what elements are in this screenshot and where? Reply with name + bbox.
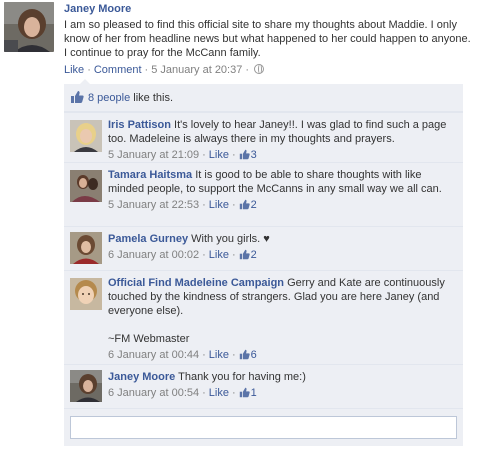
thumbs-up-icon	[239, 249, 250, 264]
comment-like-count[interactable]: 1	[239, 387, 257, 399]
like-count-value: 1	[250, 387, 257, 399]
comment-like-count[interactable]: 6	[239, 349, 257, 361]
comment-timestamp[interactable]: 6 January at 00:44	[108, 349, 199, 361]
separator: ·	[144, 64, 149, 76]
separator: ·	[202, 249, 206, 261]
comment-signature: ~FM Webmaster	[108, 333, 190, 345]
comment-like-link[interactable]: Like	[209, 199, 229, 211]
like-count-value: 3	[250, 149, 257, 161]
separator: ·	[231, 249, 236, 261]
like-count-value: 2	[250, 199, 257, 211]
separator: ·	[202, 199, 206, 211]
like-count-value: 6	[250, 349, 257, 361]
comment: Iris Pattison It's lovely to hear Janey!…	[64, 112, 463, 162]
comment-author[interactable]: Official Find Madeleine Campaign	[108, 277, 284, 289]
comment-like-link[interactable]: Like	[209, 249, 229, 261]
comment-like-link[interactable]: Like	[209, 149, 229, 161]
comment-author[interactable]: Iris Pattison	[108, 119, 171, 131]
comment-like-count[interactable]: 3	[239, 149, 257, 161]
comment: Tamara Haitsma It is good to be able to …	[64, 162, 463, 226]
comment-author[interactable]: Pamela Gurney	[108, 233, 188, 245]
comment: Pamela Gurney With you girls. ♥ 6 Januar…	[64, 226, 463, 270]
comment-timestamp[interactable]: 6 January at 00:02	[108, 249, 199, 261]
comment-body: Pamela Gurney With you girls. ♥ 6 Januar…	[108, 227, 463, 269]
comment-author[interactable]: Tamara Haitsma	[108, 169, 192, 181]
comment: Official Find Madeleine Campaign Gerry a…	[64, 270, 463, 364]
comment-text: Thank you for having me:)	[178, 371, 306, 383]
comment-like-link[interactable]: Like	[209, 349, 229, 361]
comment-author[interactable]: Janey Moore	[108, 371, 175, 383]
comment-meta: 5 January at 22:53 · Like · 2	[108, 198, 455, 214]
thumbs-up-icon	[239, 199, 250, 214]
thumbs-up-icon	[239, 349, 250, 364]
comment-timestamp[interactable]: 6 January at 00:54	[108, 387, 199, 399]
separator: ·	[231, 349, 236, 361]
separator: ·	[231, 149, 236, 161]
like-count-value: 2	[250, 249, 257, 261]
likers-link[interactable]: 8 people	[88, 92, 130, 104]
separator: ·	[245, 64, 250, 76]
comment-meta: 6 January at 00:02 · Like · 2	[108, 248, 455, 264]
reply-input[interactable]	[70, 416, 457, 439]
comment-body: Iris Pattison It's lovely to hear Janey!…	[108, 113, 463, 169]
thumbs-up-icon	[70, 90, 84, 109]
avatar[interactable]	[70, 120, 102, 152]
separator: ·	[202, 149, 206, 161]
separator: ·	[231, 387, 236, 399]
likes-summary: 8 people like this.	[64, 84, 463, 112]
like-link[interactable]: Like	[64, 64, 84, 76]
separator: ·	[231, 199, 236, 211]
comment-timestamp[interactable]: 5 January at 21:09	[108, 149, 199, 161]
caret	[80, 79, 90, 84]
comment-meta: 6 January at 00:44 · Like · 6	[108, 348, 455, 364]
post-author[interactable]: Janey Moore	[64, 2, 474, 16]
comments-panel: 8 people like this. Iris Pattison It's l…	[64, 79, 463, 446]
comment-link[interactable]: Comment	[94, 64, 142, 76]
avatar[interactable]	[4, 2, 54, 52]
separator: ·	[202, 387, 206, 399]
likes-suffix: like this.	[130, 92, 174, 104]
comment-like-count[interactable]: 2	[239, 249, 257, 261]
comment-meta: 6 January at 00:54 · Like · 1	[108, 386, 455, 402]
thumbs-up-icon	[239, 387, 250, 402]
comment-text: With you girls. ♥	[191, 233, 270, 245]
separator: ·	[202, 349, 206, 361]
avatar[interactable]	[70, 370, 102, 402]
comment-like-count[interactable]: 2	[239, 199, 257, 211]
reply-box	[64, 408, 463, 446]
post-text: I am so pleased to find this official si…	[64, 19, 471, 59]
avatar[interactable]	[70, 232, 102, 264]
comment-body: Janey Moore Thank you for having me:) 6 …	[108, 365, 463, 407]
post-body: Janey Moore I am so pleased to find this…	[64, 2, 474, 77]
separator: ·	[87, 64, 91, 76]
avatar[interactable]	[70, 170, 102, 202]
post-timestamp[interactable]: 5 January at 20:37	[151, 64, 242, 76]
post-actions: Like · Comment · 5 January at 20:37 ·	[64, 63, 474, 77]
comment-body: Official Find Madeleine Campaign Gerry a…	[108, 271, 463, 369]
comment-timestamp[interactable]: 5 January at 22:53	[108, 199, 199, 211]
comment: Janey Moore Thank you for having me:) 6 …	[64, 364, 463, 408]
globe-icon[interactable]	[254, 64, 265, 74]
avatar[interactable]	[70, 278, 102, 310]
comment-body: Tamara Haitsma It is good to be able to …	[108, 163, 463, 219]
comment-like-link[interactable]: Like	[209, 387, 229, 399]
